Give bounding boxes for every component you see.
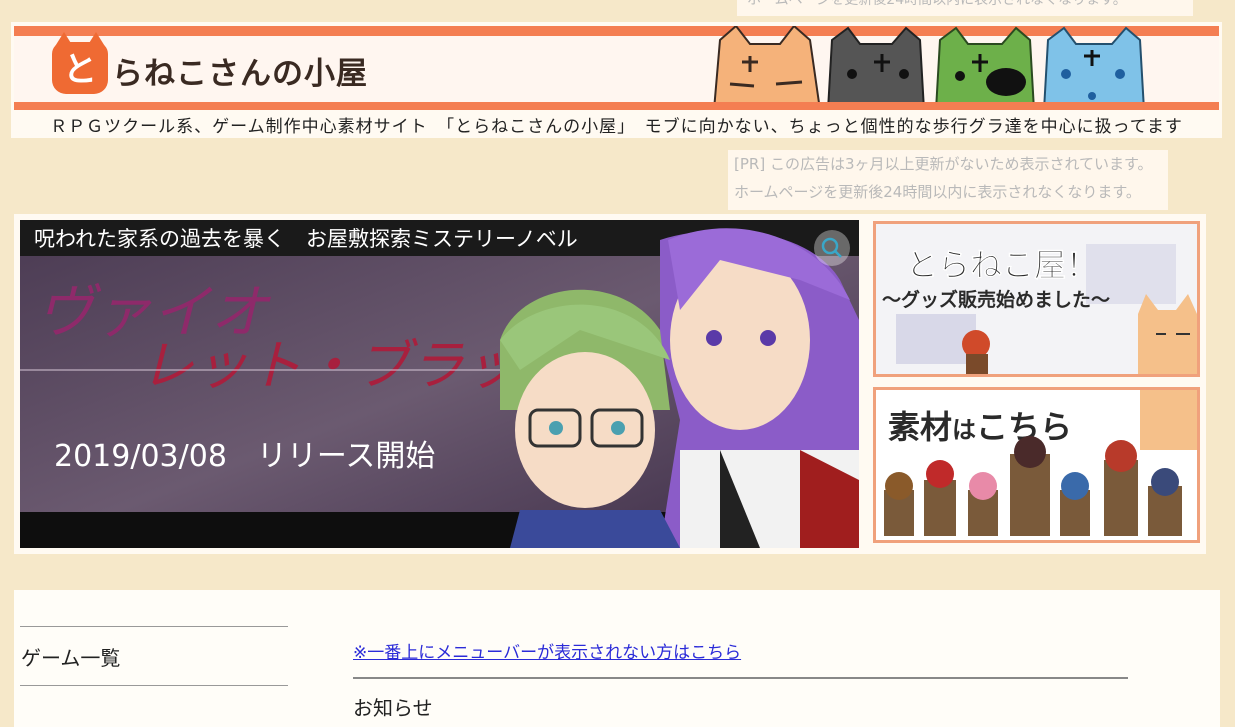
hero-section: 呪われた家系の過去を暴く お屋敷探索ミステリーノベル ヴァイオ レット・ブラッド… [14, 214, 1206, 554]
ad-notice-line2: ホームページを更新後24時間以内に表示されなくなります。 [734, 183, 1141, 201]
goods-shop-banner[interactable]: とらねこ屋！ ～グッズ販売始めました～ [873, 221, 1200, 377]
cat-logo-icon: と [52, 32, 108, 94]
hero-release-date: 2019/03/08 リリース開始 [54, 439, 435, 474]
banner-stripe-bottom [14, 102, 1219, 110]
svg-text:素材はこちら: 素材はこちら [888, 408, 1072, 446]
ad-notice-top: ホームページを更新後24時間以内に表示されなくなります。 [737, 0, 1193, 16]
goods-shop-art: とらねこ屋！ ～グッズ販売始めました～ [876, 224, 1197, 374]
sidebar-divider-top [20, 626, 288, 627]
header-banner[interactable]: と らねこさんの小屋 [14, 26, 1219, 110]
header-cats-illustration [712, 26, 1146, 110]
game-banner-violet-blood[interactable]: 呪われた家系の過去を暴く お屋敷探索ミステリーノベル ヴァイオ レット・ブラッド… [20, 220, 859, 548]
sidebar-divider-bottom [20, 685, 288, 686]
menu-bar-help-link[interactable]: ※一番上にメニューバーが表示されない方はこちら [353, 638, 741, 663]
content-area: ゲーム一覧 ※一番上にメニューバーが表示されない方はこちら お知らせ [14, 590, 1220, 727]
goods-shop-subtitle: ～グッズ販売始めました～ [882, 288, 1110, 311]
materials-banner[interactable]: 素材はこちら [873, 387, 1200, 543]
ad-notice: [PR] この広告は3ヶ月以上更新がないため表示されています。 ホームページを更… [728, 150, 1168, 210]
ad-notice-line1: [PR] この広告は3ヶ月以上更新がないため表示されています。 [734, 155, 1153, 173]
materials-art: 素材はこちら [876, 390, 1197, 540]
main-divider [353, 677, 1128, 679]
materials-title: 素材 [888, 408, 952, 446]
materials-title-small: は [952, 416, 976, 444]
hero-banner-art: 呪われた家系の過去を暴く お屋敷探索ミステリーノベル ヴァイオ レット・ブラッド… [20, 220, 859, 548]
site-subtitle: ＲＰＧツクール系、ゲーム制作中心素材サイト 「とらねこさんの小屋」 モブに向かな… [50, 117, 1183, 137]
zoom-lens-icon[interactable] [814, 230, 850, 266]
ad-notice-top-text: ホームページを更新後24時間以内に表示されなくなります。 [747, 0, 1127, 8]
news-heading: お知らせ [353, 696, 433, 720]
hero-tagline: 呪われた家系の過去を暴く お屋敷探索ミステリーノベル [34, 227, 578, 251]
site-header: と らねこさんの小屋 ＲＰＧツクール系、ゲーム制作中心素材サイト 「とらねこさん… [11, 22, 1222, 138]
site-logo-text: らねこさんの小屋 [112, 56, 368, 92]
goods-shop-title: とらねこ屋！ [906, 246, 1098, 284]
sidebar-heading-games: ゲーム一覧 [21, 646, 121, 670]
